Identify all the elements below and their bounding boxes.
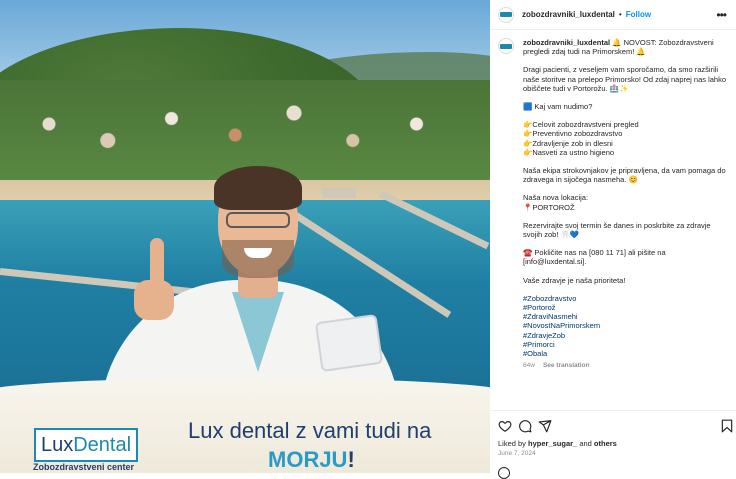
comment-icon[interactable]	[518, 419, 532, 433]
emoji-icon[interactable]	[498, 467, 510, 479]
caption-body: zobozdravniki_luxdental 🔔 NOVOST: Zobozd…	[523, 38, 729, 370]
likes-prefix: Liked by	[498, 439, 529, 448]
caption-first-line: zobozdravniki_luxdental 🔔 NOVOST: Zobozd…	[523, 38, 729, 56]
caption-username[interactable]: zobozdravniki_luxdental	[523, 38, 610, 47]
see-translation-button[interactable]: See translation	[543, 362, 590, 369]
action-bar	[490, 410, 736, 440]
liked-by-others[interactable]: others	[594, 439, 617, 448]
avatar-logo-icon	[500, 43, 512, 49]
avatar[interactable]	[498, 6, 514, 23]
luxdental-logo: Lux Dental	[34, 428, 138, 462]
location-title: Naša nova lokacija:	[523, 193, 589, 203]
caption-avatar[interactable]	[498, 38, 514, 54]
caption-row: zobozdravniki_luxdental 🔔 NOVOST: Zobozd…	[498, 38, 730, 370]
logo-text-dental: Dental	[73, 433, 132, 456]
dentist-hair	[214, 166, 302, 210]
separator-dot: •	[618, 10, 622, 19]
tablet	[314, 313, 384, 373]
hashtag-link[interactable]: #Obala	[523, 349, 729, 358]
post-date[interactable]: June 7, 2024	[498, 450, 536, 457]
hashtag-link[interactable]: #Portorož	[523, 303, 729, 312]
headline-accent: MORJU	[268, 447, 348, 472]
service-item: 👉Nasveti za ustno higieno	[523, 147, 615, 157]
service-item: 👉Celovit zobozdravstveni pregled	[523, 120, 639, 130]
hashtag-link[interactable]: #ZdravjeZob	[523, 331, 729, 340]
avatar-logo-icon	[500, 12, 512, 17]
hashtag-link[interactable]: #Zobozdravstvo	[523, 294, 729, 303]
caption-offer-title: 🟦 Kaj vam nudimo?	[523, 102, 593, 112]
caption-contact: ☎️ Pokličite nas na [080 11 71] ali piši…	[523, 248, 666, 267]
hashtag-link[interactable]: #NovostNaPrimorskem	[523, 321, 729, 330]
likes-summary: Liked by hyper_sugar_ and others	[498, 439, 617, 448]
logo-subtitle: Zobozdravstveni center	[33, 462, 135, 472]
dentist-glasses	[226, 212, 290, 228]
more-options-icon[interactable]: •••	[716, 8, 727, 22]
share-icon[interactable]	[538, 419, 552, 433]
dentist-hand	[134, 280, 174, 320]
hashtag-link[interactable]: #ZdraviNasmehi	[523, 312, 729, 321]
caption: zobozdravniki_luxdental 🔔 NOVOST: Zobozd…	[498, 38, 730, 370]
service-item: 👉Zdravljenje zob in dlesni	[523, 138, 613, 148]
heart-icon[interactable]	[498, 419, 512, 433]
caption-booking: Rezervirajte svoj termin še danes in pos…	[523, 220, 711, 240]
post-sidebar: zobozdravniki_luxdental • Follow ••• zob…	[490, 0, 736, 479]
post-age[interactable]: 64w	[523, 362, 535, 369]
likes-and: and	[577, 439, 594, 448]
header-username[interactable]: zobozdravniki_luxdental	[522, 10, 615, 19]
bookmark-icon[interactable]	[720, 419, 734, 433]
caption-intro: Dragi pacienti, z veseljem vam sporočamo…	[523, 65, 727, 93]
promo-headline: Lux dental z vami tudi na	[188, 418, 432, 443]
caption-location: Naša nova lokacija: 📍PORTOROŽ	[523, 193, 729, 211]
logo-text-lux: Lux	[40, 433, 74, 456]
caption-services: 👉Celovit zobozdravstveni pregled 👉Preven…	[523, 120, 729, 157]
service-item: 👉Preventivno zobozdravstvo	[523, 129, 623, 139]
liked-by-user[interactable]: hyper_sugar_	[528, 439, 577, 448]
caption-closing: Vaše zdravje je naša prioriteta!	[523, 275, 626, 285]
post-image[interactable]: Lux Dental Zobozdravstveni center Lux den…	[0, 0, 490, 473]
caption-team: Naša ekipa strokovnjakov je pripravljena…	[523, 166, 726, 185]
location-name: 📍PORTOROŽ	[523, 202, 575, 212]
caption-meta: 64w See translation	[523, 361, 729, 370]
hashtag-list: #Zobozdravstvo #Portorož #ZdraviNasmehi …	[523, 294, 729, 358]
headline-exclaim: !	[347, 447, 355, 472]
follow-button[interactable]: Follow	[626, 10, 651, 19]
promo-headline-2: MORJU!	[268, 447, 355, 473]
pier	[322, 188, 356, 198]
dentist-beard	[222, 240, 294, 278]
hashtag-link[interactable]: #Primorci	[523, 340, 729, 349]
post-header: zobozdravniki_luxdental • Follow •••	[490, 0, 736, 30]
